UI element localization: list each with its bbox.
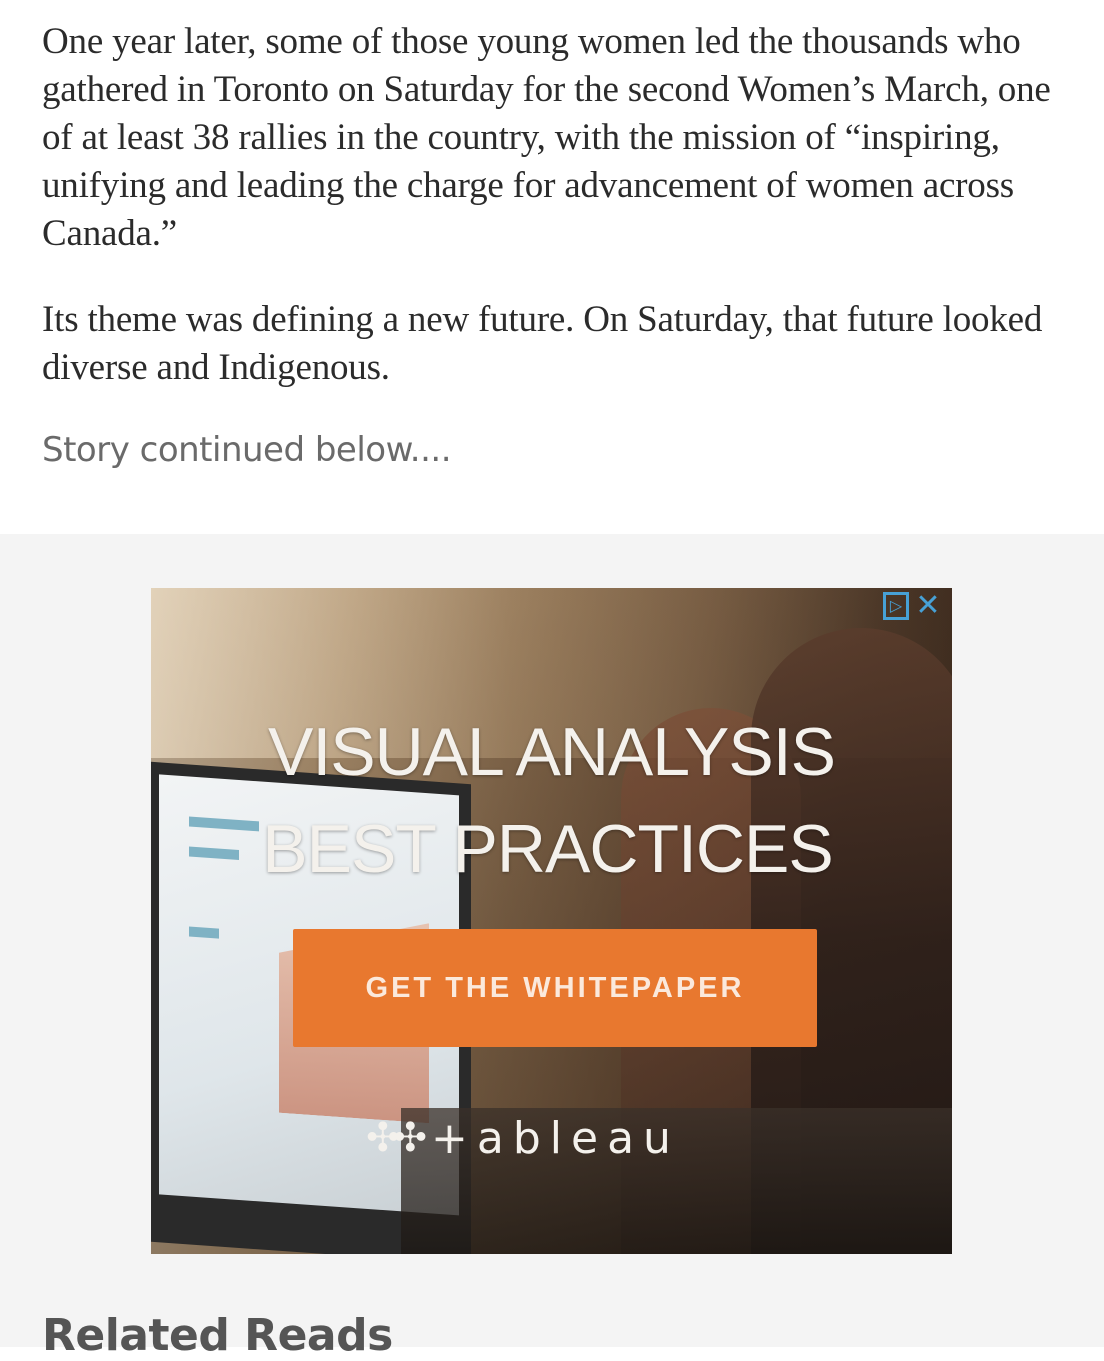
story-continued-note: Story continued below....: [42, 430, 452, 470]
ad-brand: ✣✣ +ableau: [366, 1103, 680, 1173]
related-reads-heading: Related Reads: [42, 1310, 393, 1361]
article-paragraph: Its theme was defining a new future. On …: [42, 299, 1043, 388]
ad-headline: VISUAL ANALYSIS: [267, 714, 836, 790]
ad-choices[interactable]: ▷ ✕: [874, 588, 952, 624]
close-icon[interactable]: ✕: [913, 591, 943, 621]
brand-name: +ableau: [431, 1112, 680, 1164]
ad-screen-bar: [189, 926, 219, 939]
display-ad[interactable]: ▷ ✕ VISUAL ANALYSIS BEST PRACTICES GET T…: [151, 588, 952, 1254]
article-body: One year later, some of those young wome…: [42, 18, 1072, 470]
adchoices-icon[interactable]: ▷: [883, 592, 909, 620]
article-paragraph: One year later, some of those young wome…: [42, 21, 1051, 254]
ad-region: ▷ ✕ VISUAL ANALYSIS BEST PRACTICES GET T…: [0, 534, 1104, 1347]
tableau-logo-icon: ✣✣: [366, 1115, 427, 1161]
ad-headline: BEST PRACTICES: [262, 811, 833, 887]
get-whitepaper-button[interactable]: GET THE WHITEPAPER: [293, 929, 817, 1047]
